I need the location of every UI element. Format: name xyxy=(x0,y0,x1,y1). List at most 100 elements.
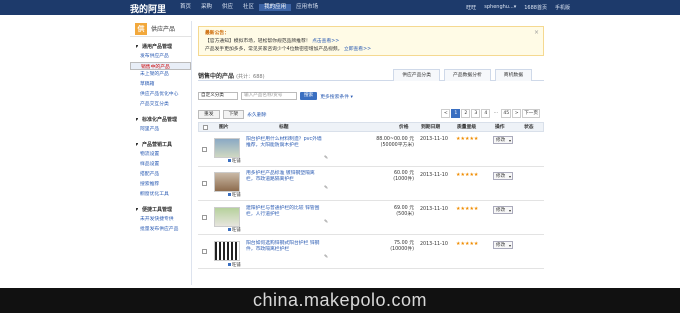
page-number[interactable]: 2 xyxy=(461,109,471,118)
page-content: 供 供应产品 通用产品管理 发布供应产品 销售中的产品 未上架的产品 草稿箱 供… xyxy=(130,15,548,285)
product-price: 88.00~00.00 元 (50000平方米) xyxy=(376,137,414,148)
announcement-line: 【官方通知】模拟市场，轻松帮你规范品牌推荐！ xyxy=(205,39,311,44)
product-title[interactable]: 阳台护栏用什么材料制造？pvc外墙推荐，大阳能防腐木护栏 xyxy=(246,137,322,149)
page-number[interactable]: 4 xyxy=(481,109,491,118)
sidebar-section-title[interactable]: 便捷工具管理 xyxy=(130,204,191,215)
search-button[interactable]: 搜索 xyxy=(300,92,318,100)
sidebar-item[interactable]: 橱窗优化工具 xyxy=(130,190,191,200)
page-number[interactable]: 3 xyxy=(471,109,481,118)
nav-purchase[interactable]: 采购 xyxy=(196,4,217,11)
row-checkbox[interactable] xyxy=(202,249,207,254)
nav-my-apps[interactable]: 我的应用 xyxy=(259,4,292,11)
sidebar-section-title[interactable]: 产品营销工具 xyxy=(130,139,191,150)
modify-dropdown[interactable]: 修改 xyxy=(493,136,513,144)
edit-icon[interactable]: ✎ xyxy=(324,254,328,260)
supply-badge-icon: 供 xyxy=(135,22,147,35)
sidebar-section-title[interactable]: 通用产品管理 xyxy=(130,41,191,52)
row-checkbox[interactable] xyxy=(202,147,207,152)
product-thumbnail[interactable] xyxy=(214,241,240,261)
top-nav: 首页 采购 供应 社区 我的应用 应用市场 xyxy=(175,4,323,11)
column-status: 状态 xyxy=(524,125,534,130)
announcement-box: 最新公告： 【官方通知】模拟市场，轻松帮你规范品牌推荐！ 点击查看>> 产品发手… xyxy=(198,26,544,56)
page-number[interactable]: 45 xyxy=(501,109,512,118)
product-count: (共计：688) xyxy=(236,74,265,80)
row-checkbox[interactable] xyxy=(202,181,207,186)
next-page-button[interactable]: > xyxy=(512,109,522,118)
shop-label[interactable]: 旺铺 xyxy=(228,192,241,198)
category-select[interactable]: 自定义分类 xyxy=(198,92,238,100)
announcement-link[interactable]: 点击查看>> xyxy=(312,39,339,44)
nav-community[interactable]: 社区 xyxy=(238,4,259,11)
shop-label[interactable]: 旺铺 xyxy=(228,227,241,233)
nav-app-market[interactable]: 应用市场 xyxy=(291,4,323,11)
nav-home[interactable]: 首页 xyxy=(175,4,196,11)
shop-label[interactable]: 旺铺 xyxy=(228,158,241,164)
column-expire[interactable]: 到期日期 xyxy=(421,123,440,132)
sidebar-item[interactable]: 产品交互分类 xyxy=(130,100,191,110)
quality-stars: ★★★★★ xyxy=(456,241,479,247)
keyword-input[interactable]: 输入产品名称/货号 xyxy=(241,92,297,100)
modify-dropdown[interactable]: 修改 xyxy=(493,172,513,180)
expire-date: 2013-11-10 xyxy=(420,173,448,178)
edit-icon[interactable]: ✎ xyxy=(324,155,328,161)
nav-supply[interactable]: 供应 xyxy=(217,4,238,11)
advanced-search-link[interactable]: 更多搜索条件 ▾ xyxy=(320,93,353,100)
product-thumbnail[interactable] xyxy=(214,138,240,158)
sidebar-item[interactable]: 阿里产品 xyxy=(130,125,191,135)
main-panel: 最新公告： 【官方通知】模拟市场，轻松帮你规范品牌推荐！ 点击查看>> 产品发手… xyxy=(198,21,546,285)
sidebar-item[interactable]: 样品设置 xyxy=(130,160,191,170)
sidebar-item[interactable]: 发布供应产品 xyxy=(130,52,191,62)
close-icon[interactable]: × xyxy=(534,29,539,37)
sidebar-item[interactable]: 搜索推荐 xyxy=(130,180,191,190)
table-row: 旺铺 阳台如何选购锌钢式阳台护栏 锌钢件，市政隔离栏护栏 ✎ 75.00 元 (1… xyxy=(198,235,544,269)
tab-data-analysis[interactable]: 产品数据分析 xyxy=(444,69,491,81)
edit-icon[interactable]: ✎ xyxy=(324,219,328,225)
sidebar-section-general: 通用产品管理 发布供应产品 销售中的产品 未上架的产品 草稿箱 供应产品优化中心… xyxy=(130,41,191,110)
refresh-button[interactable]: 重发 xyxy=(198,109,220,119)
logo[interactable]: 我的阿里 xyxy=(130,2,166,15)
sidebar-item[interactable]: 物流设置 xyxy=(130,150,191,160)
page-ellipsis: ... xyxy=(493,110,499,115)
announcement-link[interactable]: 立即查看>> xyxy=(344,47,371,52)
column-quality: 质量星级 xyxy=(457,125,477,130)
modify-dropdown[interactable]: 修改 xyxy=(493,241,513,249)
sidebar-section-title[interactable]: 标准化产品管理 xyxy=(130,114,191,125)
product-title[interactable]: 建阳护栏与普通护栏的比较 锌管围栏，人行道护栏 xyxy=(246,206,322,218)
table-row: 旺铺 用多护栏产品标准 镀锌钢塑隔离栏，市政道路隔离护栏 ✎ 60.00 元 (1… xyxy=(198,167,544,201)
column-action: 操作 xyxy=(495,125,505,130)
sidebar-item-selected[interactable]: 销售中的产品 xyxy=(130,62,191,70)
product-thumbnail[interactable] xyxy=(214,207,240,227)
home-1688-link[interactable]: 1688首页 xyxy=(524,4,547,11)
bulk-actions: 重发 下架 永久删除 < 1 2 3 4 ... 45 > 下一页 xyxy=(198,109,544,119)
product-price: 60.00 元 (1000件) xyxy=(393,171,414,182)
product-thumbnail[interactable] xyxy=(214,172,240,192)
sidebar-item[interactable]: 搭配产品 xyxy=(130,170,191,180)
delete-link[interactable]: 永久删除 xyxy=(247,111,266,118)
sidebar-item[interactable]: 草稿箱 xyxy=(130,80,191,90)
sidebar-item[interactable]: 未开发快捷专供 xyxy=(130,215,191,225)
wangwang-link[interactable]: 旺旺 xyxy=(466,4,476,11)
product-price: 75.00 元 (10000件) xyxy=(390,241,414,252)
expire-date: 2013-11-10 xyxy=(420,242,448,247)
page-number[interactable]: 1 xyxy=(451,109,461,118)
user-menu[interactable]: sphenghu...▾ xyxy=(484,4,516,11)
column-price[interactable]: 价格 xyxy=(399,123,409,132)
tab-supply-category[interactable]: 供应产品分类 xyxy=(393,69,440,81)
product-title[interactable]: 用多护栏产品标准 镀锌钢塑隔离栏，市政道路隔离护栏 xyxy=(246,171,322,183)
next-page-link[interactable]: 下一页 xyxy=(522,109,540,118)
row-checkbox[interactable] xyxy=(202,215,207,220)
sidebar-item[interactable]: 批量发布供应产品 xyxy=(130,225,191,235)
sidebar-item[interactable]: 供应产品优化中心 xyxy=(130,90,191,100)
offline-button[interactable]: 下架 xyxy=(222,109,245,119)
edit-icon[interactable]: ✎ xyxy=(324,185,328,191)
product-title[interactable]: 阳台如何选购锌钢式阳台护栏 锌钢件，市政隔离栏护栏 xyxy=(246,241,322,253)
prev-page-button[interactable]: < xyxy=(441,109,451,118)
tab-business-data[interactable]: 商机数据 xyxy=(494,69,532,81)
sidebar-item[interactable]: 未上架的产品 xyxy=(130,70,191,80)
sidebar-section-standard: 标准化产品管理 阿里产品 xyxy=(130,114,191,135)
modify-dropdown[interactable]: 修改 xyxy=(493,206,513,214)
announcement-heading: 最新公告： xyxy=(205,31,229,36)
select-all-checkbox[interactable] xyxy=(203,125,208,130)
mobile-link[interactable]: 手机版 xyxy=(555,4,570,11)
shop-label[interactable]: 旺铺 xyxy=(228,262,241,268)
